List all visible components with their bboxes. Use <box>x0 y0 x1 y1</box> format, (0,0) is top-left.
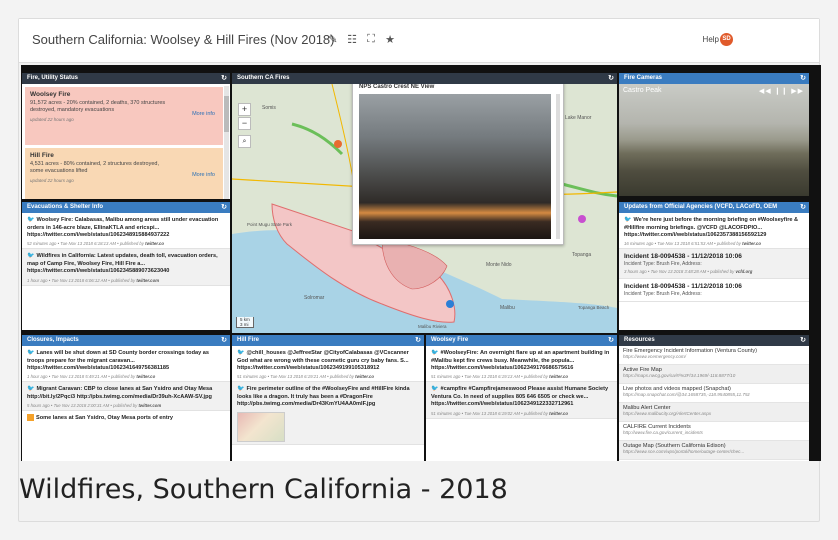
help-link[interactable]: Help <box>703 35 719 44</box>
panel-evacuations: Evacuations & Shelter Info ↻ 🐦 Woolsey Fi… <box>22 202 230 330</box>
twitter-icon: 🐦 <box>431 386 439 393</box>
panel-fire-cameras: Fire Cameras ↻ Castro Peak ◀◀ ❙❙ ▶▶ <box>619 73 809 196</box>
list-icon[interactable]: ☷ <box>346 33 358 46</box>
panel-header: Fire, Utility Status ↻ <box>22 73 230 84</box>
refresh-icon[interactable]: ↻ <box>608 74 614 82</box>
panel-header: Hill Fire ↻ <box>232 335 424 346</box>
incident-item[interactable]: Incident 18-0094538 - 11/12/2018 10:06 I… <box>619 249 809 280</box>
status-item-woolsey: Woolsey Fire 91,572 acres - 20% containe… <box>25 87 223 145</box>
refresh-icon[interactable]: ↻ <box>221 74 227 82</box>
panel-fire-status: Fire, Utility Status ↻ Woolsey Fire 91,5… <box>22 73 230 199</box>
resource-link[interactable]: Active Fire Map https://maps.nwcg.gov/sa… <box>619 365 809 384</box>
twitter-icon: 🐦 <box>624 217 632 223</box>
map-label: Solromar <box>304 295 325 301</box>
star-icon[interactable]: ★ <box>384 33 396 46</box>
dashboard-grid: Fire, Utility Status ↻ Woolsey Fire 91,5… <box>21 65 821 461</box>
map-label: Somis <box>262 105 276 111</box>
panel-closures: Closures, Impacts ↻ 🐦 Lanes will be shut … <box>22 335 230 461</box>
twitter-icon: 🐦 <box>27 217 35 223</box>
dashboard-card: Southern California: Woolsey & Hill Fire… <box>18 18 821 522</box>
refresh-icon[interactable]: ↻ <box>608 336 614 344</box>
search-icon[interactable]: ⌕ <box>238 135 251 148</box>
tweet-item[interactable]: 🐦 Lanes will be shut down at SD County bo… <box>22 346 230 383</box>
tweet-item[interactable]: 🐦 Migrant Caravan: CBP to close lanes at … <box>22 382 230 412</box>
more-info-link[interactable]: More info <box>192 172 215 178</box>
panel-header: Southern CA Fires ↻ <box>232 73 617 84</box>
playback-controls[interactable]: ◀◀ ❙❙ ▶▶ <box>759 87 804 95</box>
resource-link[interactable]: CALFIRE Current Incidents http://www.fir… <box>619 422 809 441</box>
map-label: Monte Nido <box>486 262 512 268</box>
tweet-item[interactable]: 🐦 Wildfires in California: Latest updates… <box>22 249 230 286</box>
twitter-icon: 🐦 <box>27 386 35 393</box>
tweet-image[interactable] <box>237 411 285 442</box>
panel-official-updates: Updates from Official Agencies (VCFD, LA… <box>619 202 809 330</box>
map-label: Malibu Riviera <box>418 324 447 329</box>
panel-woolsey-fire: Woolsey Fire ↻ 🐦 #WoolseyFire: An overnig… <box>426 335 617 461</box>
resource-link[interactable]: Fire Emergency Incident Information (Ven… <box>619 346 809 365</box>
header-bar: Southern California: Woolsey & Hill Fire… <box>19 19 819 63</box>
panel-resources: Resources ↻ Fire Emergency Incident Info… <box>619 335 809 461</box>
panel-header: Updates from Official Agencies (VCFD, LA… <box>619 202 809 213</box>
refresh-icon[interactable]: ↻ <box>221 336 227 344</box>
twitter-icon: 🐦 <box>237 386 245 393</box>
twitter-icon: 🐦 <box>27 253 35 260</box>
zoom-out-button[interactable]: − <box>238 117 251 130</box>
camera-snapshot <box>359 94 551 239</box>
panel-header: Closures, Impacts ↻ <box>22 335 230 346</box>
page-title: Southern California: Woolsey & Hill Fire… <box>32 32 335 47</box>
map-label: Point Mugu State Park <box>247 222 293 227</box>
tweet-item[interactable]: 🐦 #campfire #Campfirejameswood Please ass… <box>426 382 617 419</box>
tweet-item[interactable]: 🐦 We're here just before the morning brie… <box>619 213 809 250</box>
panel-header: Resources ↻ <box>619 335 809 346</box>
map-label: Topanga Beach <box>578 305 610 310</box>
resource-link[interactable]: Malibu Alert Center https://www.malibuci… <box>619 403 809 422</box>
title-actions: ✎ ☷ ⛶ ★ <box>327 33 396 46</box>
resource-link[interactable]: Live photos and videos mapped (Snapchat)… <box>619 384 809 403</box>
more-info-link[interactable]: More info <box>192 111 215 117</box>
caption: Wildfires, Southern California - 2018 <box>19 474 508 505</box>
map-label: Lake Manor <box>565 115 592 121</box>
tweet-item[interactable]: 🐦 Fire perimeter outline of the #WoolseyF… <box>232 382 424 445</box>
twitter-icon: 🐦 <box>431 350 439 356</box>
scrollbar[interactable] <box>556 94 560 239</box>
panel-hill-fire: Hill Fire ↻ 🐦 @chill_houses @JeffreeStar … <box>232 335 424 461</box>
camera-name: Castro Peak <box>623 87 662 94</box>
map-label: Malibu <box>500 305 515 311</box>
refresh-icon[interactable]: ↻ <box>800 203 806 211</box>
scrollbar[interactable] <box>224 86 229 199</box>
panel-header: Fire Cameras ↻ <box>619 73 809 84</box>
refresh-icon[interactable]: ↻ <box>800 336 806 344</box>
twitter-icon: 🐦 <box>27 350 35 356</box>
refresh-icon[interactable]: ↻ <box>415 336 421 344</box>
news-icon <box>27 414 34 422</box>
fullscreen-icon[interactable]: ⛶ <box>365 33 377 46</box>
camera-feed[interactable] <box>619 84 809 196</box>
camera-popup[interactable]: NPS Castro Crest NE View <box>352 79 564 245</box>
map-label: Topanga <box>572 252 591 258</box>
incident-item[interactable]: Incident 18-0094538 - 11/12/2018 10:06 I… <box>619 279 809 303</box>
twitter-icon: 🐦 <box>237 350 245 356</box>
list-item[interactable]: Some lanes at San Ysidro, Otay Mesa port… <box>22 411 230 424</box>
refresh-icon[interactable]: ↻ <box>221 203 227 211</box>
map-panel[interactable]: Southern CA Fires ↻ Somis Lake Manor Poi… <box>232 73 617 333</box>
edit-icon[interactable]: ✎ <box>327 33 339 46</box>
refresh-icon[interactable]: ↻ <box>800 74 806 82</box>
tweet-item[interactable]: 🐦 Woolsey Fire: Calabasas, Malibu among a… <box>22 213 230 250</box>
status-item-hill: Hill Fire 4,531 acres - 80% contained, 2… <box>25 148 223 199</box>
tweet-item[interactable]: 🐦 #WoolseyFire: An overnight flare up at … <box>426 346 617 383</box>
map-scale: 5 km 3 mi <box>236 317 254 328</box>
panel-header: Woolsey Fire ↻ <box>426 335 617 346</box>
panel-header: Evacuations & Shelter Info ↻ <box>22 202 230 213</box>
tweet-item[interactable]: 🐦 @chill_houses @JeffreeStar @CityofCalab… <box>232 346 424 383</box>
zoom-in-button[interactable]: + <box>238 103 251 116</box>
avatar[interactable]: SD <box>720 33 733 46</box>
resource-link[interactable]: Outage Map (Southern California Edison) … <box>619 441 809 460</box>
